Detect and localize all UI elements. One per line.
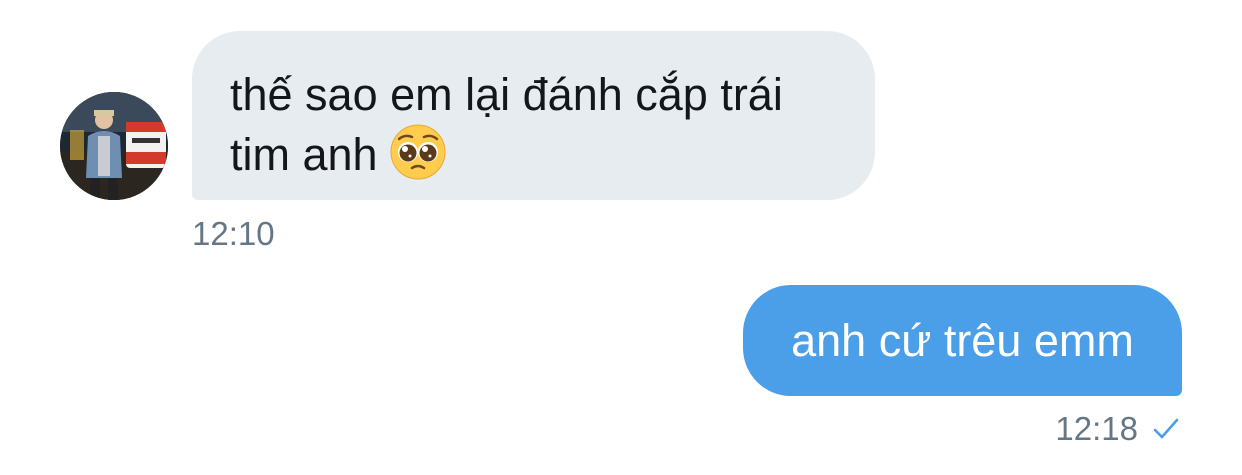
outgoing-message-meta: 12:18 [1055, 410, 1180, 448]
outgoing-message-bubble[interactable]: anh cứ trêu emm [743, 285, 1182, 396]
incoming-message-line-2: tim anh [230, 124, 835, 184]
incoming-message-line-2-text: tim anh [230, 129, 378, 180]
avatar-photo-image [60, 92, 168, 200]
incoming-message-timestamp: 12:10 [192, 215, 275, 252]
incoming-message-bubble[interactable]: thế sao em lại đánh cắp trái tim anh [192, 31, 875, 200]
check-icon [1153, 418, 1179, 439]
chat-thread: thế sao em lại đánh cắp trái tim anh 12:… [0, 0, 1242, 475]
outgoing-message-timestamp: 12:18 [1055, 410, 1138, 447]
contact-avatar[interactable] [60, 92, 168, 200]
incoming-message-line-1: thế sao em lại đánh cắp trái [230, 69, 783, 120]
pleading-face-emoji-icon [390, 124, 446, 180]
